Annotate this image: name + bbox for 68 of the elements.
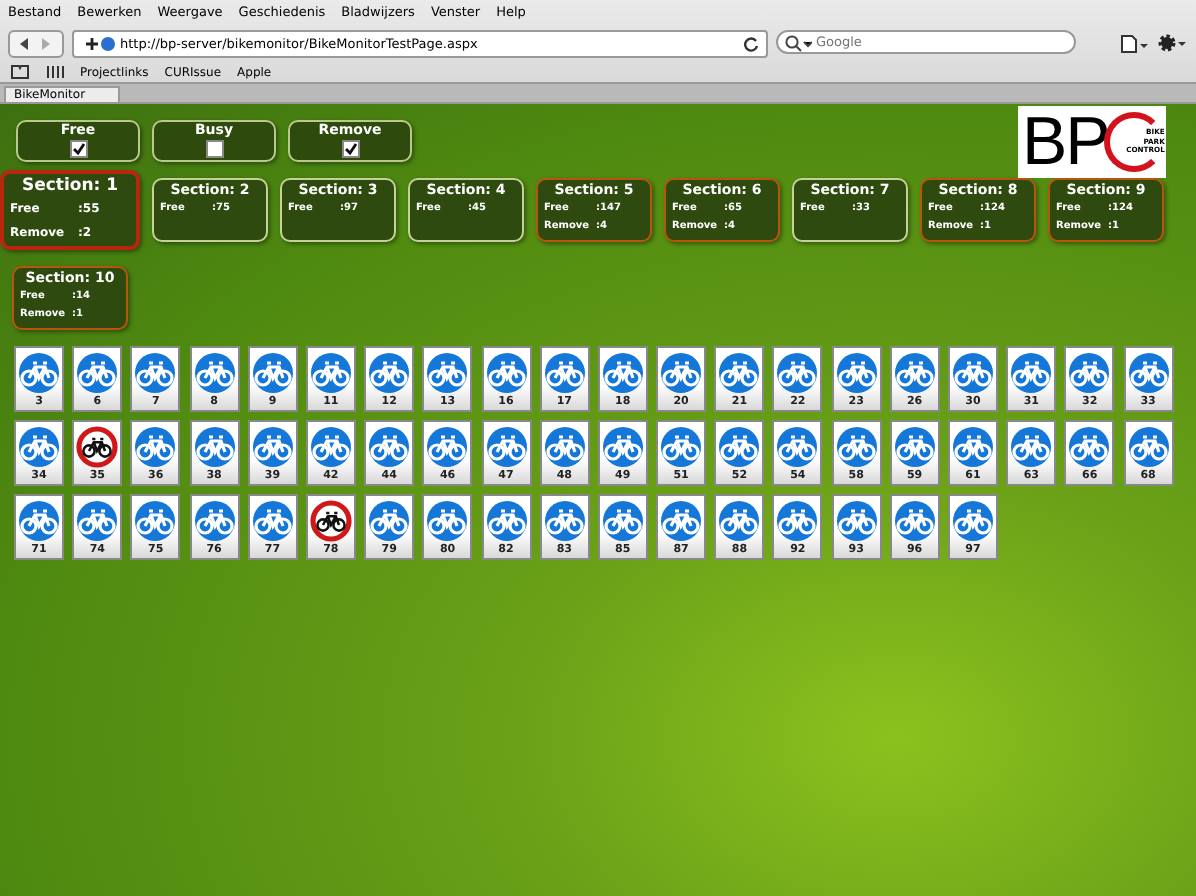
- grid-icon[interactable]: [46, 64, 64, 80]
- bicycle-sign-icon: [134, 426, 177, 468]
- bicycle-sign-icon: [1010, 352, 1053, 394]
- bicycle-sign-icon: [776, 352, 819, 394]
- bicycle-sign-icon: [485, 426, 527, 468]
- bicycle-sign-icon: [193, 500, 236, 542]
- bicycle-sign-icon: [193, 352, 236, 394]
- add-page-icon: [80, 33, 116, 53]
- bicycle-sign-icon: [718, 500, 761, 542]
- bicycle-sign-icon: [893, 500, 936, 542]
- bicycle-sign-icon: [18, 500, 60, 542]
- bicycle-sign-icon: [601, 500, 644, 542]
- bicycle-sign-icon: [134, 500, 177, 542]
- bicycle-sign-icon: [1127, 426, 1170, 468]
- book-icon[interactable]: [10, 64, 30, 80]
- bicycle-sign-icon: [485, 352, 527, 394]
- bicycle-sign-icon: [543, 426, 586, 468]
- bicycle-sign-icon: [543, 500, 586, 542]
- back-forward-buttons[interactable]: [8, 29, 64, 57]
- bicycle-sign-icon: [368, 426, 411, 468]
- bicycle-sign-icon: [835, 500, 878, 542]
- bicycle-sign-icon: [660, 500, 703, 542]
- bicycle-sign-icon: [660, 352, 703, 394]
- bicycle-sign-icon: [601, 426, 644, 468]
- bicycle-sign-icon: [426, 352, 469, 394]
- bicycle-sign-icon: [835, 426, 878, 468]
- bicycle-sign-icon: [485, 500, 527, 542]
- no-bicycle-sign-icon: [309, 500, 352, 542]
- bicycle-sign-icon: [718, 352, 761, 394]
- checkbox[interactable]: [69, 140, 87, 158]
- bicycle-sign-icon: [426, 426, 469, 468]
- checkbox[interactable]: [341, 140, 359, 158]
- bicycle-sign-icon: [718, 426, 761, 468]
- section-title: Section: 1: [21, 174, 119, 198]
- bicycle-sign-icon: [1127, 352, 1170, 394]
- settings-icon[interactable]: [1156, 32, 1188, 54]
- bicycle-sign-icon: [368, 352, 411, 394]
- bicycle-sign-icon: [251, 352, 294, 394]
- bicycle-sign-icon: [193, 426, 236, 468]
- bicycle-sign-icon: [952, 352, 994, 394]
- bicycle-sign-icon: [18, 352, 60, 394]
- bicycle-sign-icon: [251, 426, 294, 468]
- bicycle-sign-icon: [426, 500, 469, 542]
- bicycle-sign-icon: [776, 426, 819, 468]
- bicycle-sign-icon: [660, 426, 703, 468]
- bicycle-sign-icon: [18, 426, 60, 468]
- bicycle-sign-icon: [835, 352, 878, 394]
- checkbox[interactable]: [205, 140, 223, 158]
- bicycle-sign-icon: [368, 500, 411, 542]
- bicycle-sign-icon: [1068, 352, 1111, 394]
- bicycle-sign-icon: [543, 352, 586, 394]
- bicycle-sign-icon: [309, 426, 352, 468]
- bicycle-sign-icon: [776, 500, 819, 542]
- bicycle-sign-icon: [952, 500, 994, 542]
- reload-icon[interactable]: [744, 35, 760, 51]
- bicycle-sign-icon: [893, 352, 936, 394]
- bicycle-sign-icon: [601, 352, 644, 394]
- bicycle-sign-icon: [952, 426, 994, 468]
- bicycle-sign-icon: [1068, 426, 1111, 468]
- bicycle-sign-icon: [893, 426, 936, 468]
- bicycle-sign-icon: [134, 352, 177, 394]
- no-bicycle-sign-icon: [76, 426, 119, 468]
- page-icon[interactable]: [1120, 33, 1148, 53]
- bicycle-sign-icon: [76, 352, 119, 394]
- bicycle-sign-icon: [251, 500, 294, 542]
- bicycle-sign-icon: [76, 500, 119, 542]
- bicycle-sign-icon: [1010, 426, 1053, 468]
- bicycle-sign-icon: [309, 352, 352, 394]
